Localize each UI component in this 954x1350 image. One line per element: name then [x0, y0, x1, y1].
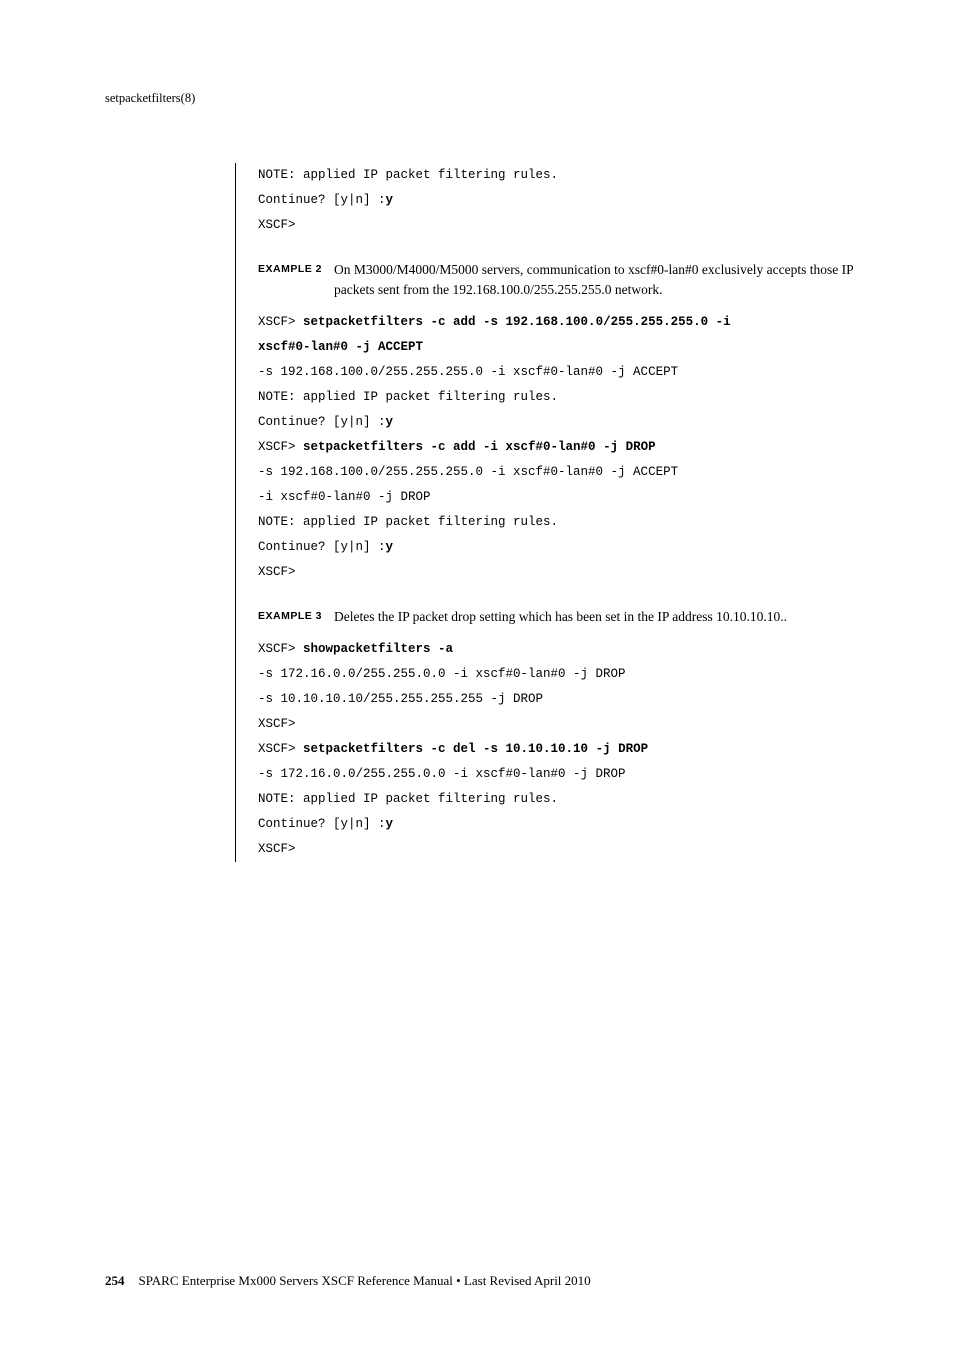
prompt: XSCF>	[258, 440, 303, 454]
code-line: NOTE: applied IP packet filtering rules.	[258, 168, 558, 182]
prompt: XSCF>	[258, 717, 296, 731]
page-header: setpacketfilters(8)	[105, 90, 874, 108]
output-line: Continue? [y|n] :	[258, 415, 386, 429]
code-line: XSCF>	[258, 218, 296, 232]
page-footer: 254 SPARC Enterprise Mx000 Servers XSCF R…	[105, 1272, 591, 1290]
example-text: On M3000/M4000/M5000 servers, communicat…	[334, 260, 874, 301]
output-line: -s 192.168.100.0/255.255.255.0 -i xscf#0…	[258, 465, 678, 479]
page-number: 254	[105, 1273, 125, 1288]
example-2-heading: EXAMPLE 2 On M3000/M4000/M5000 servers, …	[258, 260, 874, 301]
code-line: Continue? [y|n] :	[258, 193, 386, 207]
user-input: setpacketfilters -c add -s 192.168.100.0…	[303, 315, 731, 329]
output-line: -s 10.10.10.10/255.255.255.255 -j DROP	[258, 692, 543, 706]
output-line: -s 192.168.100.0/255.255.255.0 -i xscf#0…	[258, 365, 678, 379]
example-label: EXAMPLE 3	[258, 607, 334, 625]
prompt: XSCF>	[258, 842, 296, 856]
user-input: y	[386, 193, 394, 207]
output-line: -s 172.16.0.0/255.255.0.0 -i xscf#0-lan#…	[258, 767, 626, 781]
prompt: XSCF>	[258, 742, 303, 756]
footer-text: SPARC Enterprise Mx000 Servers XSCF Refe…	[139, 1273, 591, 1288]
user-input: setpacketfilters -c del -s 10.10.10.10 -…	[303, 742, 648, 756]
output-line: -i xscf#0-lan#0 -j DROP	[258, 490, 431, 504]
code-block-3: XSCF> showpacketfilters -a -s 172.16.0.0…	[258, 637, 874, 862]
output-line: NOTE: applied IP packet filtering rules.	[258, 792, 558, 806]
example-3-heading: EXAMPLE 3 Deletes the IP packet drop set…	[258, 607, 874, 627]
output-line: NOTE: applied IP packet filtering rules.	[258, 390, 558, 404]
prompt: XSCF>	[258, 315, 303, 329]
output-line: -s 172.16.0.0/255.255.0.0 -i xscf#0-lan#…	[258, 667, 626, 681]
content-column: NOTE: applied IP packet filtering rules.…	[235, 163, 874, 863]
user-input: xscf#0-lan#0 -j ACCEPT	[258, 340, 423, 354]
user-input: y	[386, 540, 394, 554]
code-block-1: NOTE: applied IP packet filtering rules.…	[258, 163, 874, 238]
output-line: NOTE: applied IP packet filtering rules.	[258, 515, 558, 529]
user-input: showpacketfilters -a	[303, 642, 453, 656]
output-line: Continue? [y|n] :	[258, 817, 386, 831]
output-line: Continue? [y|n] :	[258, 540, 386, 554]
example-text: Deletes the IP packet drop setting which…	[334, 607, 874, 627]
prompt: XSCF>	[258, 642, 303, 656]
example-label: EXAMPLE 2	[258, 260, 334, 278]
user-input: y	[386, 415, 394, 429]
code-block-2: XSCF> setpacketfilters -c add -s 192.168…	[258, 310, 874, 585]
user-input: setpacketfilters -c add -i xscf#0-lan#0 …	[303, 440, 656, 454]
user-input: y	[386, 817, 394, 831]
prompt: XSCF>	[258, 565, 296, 579]
